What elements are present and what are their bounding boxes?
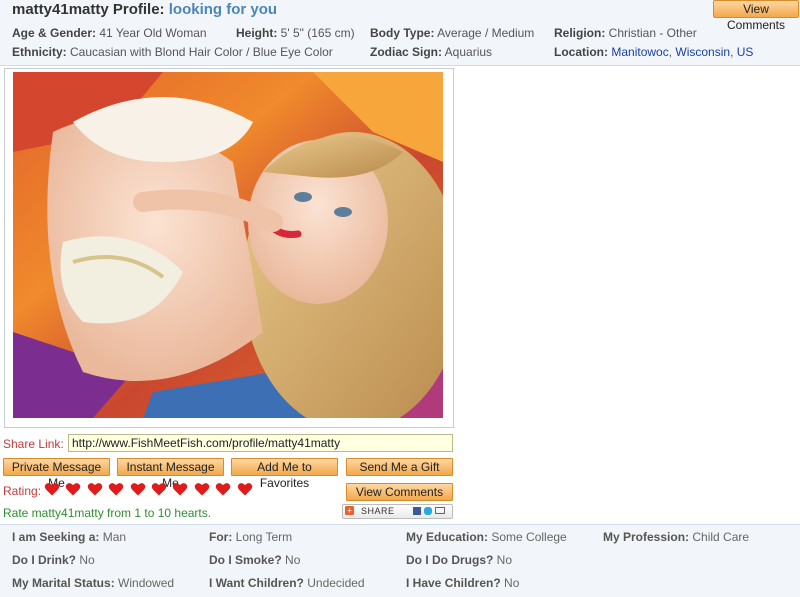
field-label: Location:	[554, 45, 608, 59]
field-value: Windowed	[118, 576, 175, 590]
for-field: For: Long Term	[209, 530, 292, 544]
location-separator: ,	[730, 45, 734, 59]
share-widget-label: SHARE	[361, 506, 395, 516]
rate-instructions: Rate matty41matty from 1 to 10 hearts.	[3, 506, 212, 520]
field-value: 41 Year Old Woman	[99, 26, 207, 40]
field-label: I Want Children?	[209, 576, 304, 590]
private-message-button[interactable]: Private Message Me	[3, 458, 110, 490]
field-label: Religion:	[554, 26, 606, 40]
location-field: Location: Manitowoc, Wisconsin, US	[554, 45, 753, 59]
profile-title: matty41matty Profile:	[12, 1, 165, 18]
heart-icon[interactable]	[65, 481, 81, 497]
heart-icon[interactable]	[194, 481, 210, 497]
field-label: Age & Gender:	[12, 26, 97, 40]
zodiac-field: Zodiac Sign: Aquarius	[370, 45, 492, 59]
field-label: Zodiac Sign:	[370, 45, 442, 59]
field-label: My Education:	[406, 530, 489, 544]
field-label: Ethnicity:	[12, 45, 67, 59]
religion-field: Religion: Christian - Other	[554, 26, 697, 40]
field-label: Do I Do Drugs?	[406, 553, 494, 567]
field-value: Caucasian with Blond Hair Color / Blue E…	[70, 45, 333, 59]
field-value: Average / Medium	[437, 26, 535, 40]
location-country-link[interactable]: US	[737, 45, 754, 59]
rating-label: Rating:	[3, 484, 42, 498]
marital-status-field: My Marital Status: Windowed	[12, 576, 174, 590]
field-label: My Marital Status:	[12, 576, 115, 590]
field-value: No	[496, 553, 513, 567]
height-field: Height: 5' 5" (165 cm)	[236, 26, 355, 40]
facebook-icon[interactable]	[413, 507, 421, 515]
field-label: My Profession:	[603, 530, 690, 544]
field-label: Do I Smoke?	[209, 553, 282, 567]
ethnicity-field: Ethnicity: Caucasian with Blond Hair Col…	[12, 45, 333, 59]
share-link-input[interactable]	[68, 434, 453, 452]
profession-field: My Profession: Child Care	[603, 530, 749, 544]
heart-icon[interactable]	[237, 481, 253, 497]
seeking-field: I am Seeking a: Man	[12, 530, 126, 544]
field-label: I am Seeking a:	[12, 530, 100, 544]
field-value: Man	[102, 530, 127, 544]
field-value: Some College	[491, 530, 567, 544]
field-value: Long Term	[235, 530, 293, 544]
share-link-label: Share Link:	[3, 437, 64, 451]
field-label: Do I Drink?	[12, 553, 77, 567]
add-favorites-button[interactable]: Add Me to Favorites	[231, 458, 338, 490]
instant-message-button[interactable]: Instant Message Me	[117, 458, 224, 490]
location-city-link[interactable]: Manitowoc	[611, 45, 668, 59]
heart-icon[interactable]	[108, 481, 124, 497]
field-label: Height:	[236, 26, 278, 40]
field-value: Aquarius	[444, 45, 493, 59]
heart-icon[interactable]	[130, 481, 146, 497]
education-field: My Education: Some College	[406, 530, 567, 544]
heart-icon[interactable]	[172, 481, 188, 497]
profile-photo-image	[13, 72, 443, 418]
plus-icon: +	[345, 506, 354, 515]
heart-icon[interactable]	[44, 481, 60, 497]
want-children-field: I Want Children? Undecided	[209, 576, 365, 590]
field-value: Christian - Other	[608, 26, 697, 40]
share-widget[interactable]: + SHARE	[342, 504, 453, 519]
field-value: No	[79, 553, 95, 567]
profile-tagline: looking for you	[168, 1, 278, 18]
field-value: 5' 5" (165 cm)	[280, 26, 355, 40]
drugs-field: Do I Do Drugs? No	[406, 553, 512, 567]
field-value: No	[504, 576, 520, 590]
field-value: No	[285, 553, 301, 567]
have-children-field: I Have Children? No	[406, 576, 519, 590]
smoke-field: Do I Smoke? No	[209, 553, 300, 567]
profile-photo[interactable]	[13, 72, 443, 418]
field-value: Undecided	[307, 576, 365, 590]
view-comments-button[interactable]: View Comments	[346, 483, 453, 501]
heart-icon[interactable]	[151, 481, 167, 497]
field-label: I Have Children?	[406, 576, 501, 590]
age-gender-field: Age & Gender: 41 Year Old Woman	[12, 26, 207, 40]
location-state-link[interactable]: Wisconsin	[675, 45, 730, 59]
field-label: For:	[209, 530, 233, 544]
field-label: Body Type:	[370, 26, 435, 40]
drink-field: Do I Drink? No	[12, 553, 95, 567]
email-icon[interactable]	[435, 507, 445, 514]
location-separator: ,	[668, 45, 673, 59]
twitter-icon[interactable]	[424, 507, 432, 515]
page-title: matty41matty Profile: looking for you	[12, 1, 277, 18]
send-gift-button[interactable]: Send Me a Gift	[346, 458, 453, 476]
heart-icon[interactable]	[87, 481, 103, 497]
view-comments-top-button[interactable]: View Comments	[713, 0, 799, 32]
field-value: Child Care	[692, 530, 750, 544]
heart-icon[interactable]	[215, 481, 231, 497]
body-type-field: Body Type: Average / Medium	[370, 26, 534, 40]
